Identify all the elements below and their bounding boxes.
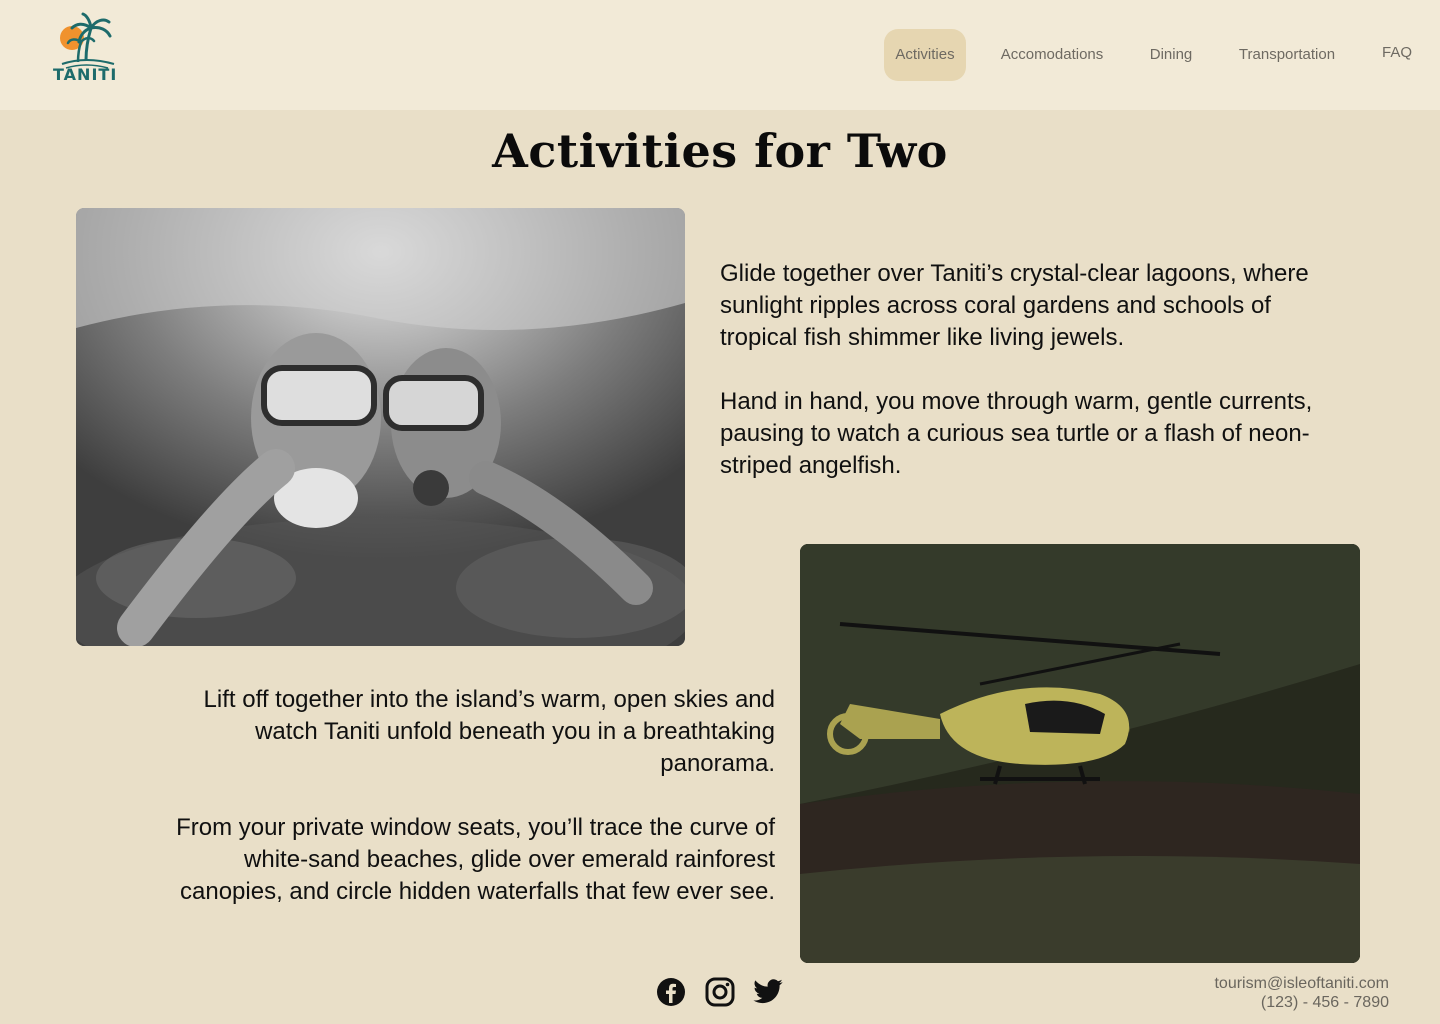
helicopter-paragraph-1: Lift off together into the island’s warm… [203, 686, 775, 777]
site-header: TANITI Activities Accomodations Dining T… [0, 0, 1440, 110]
snorkeling-couple-photo [76, 208, 685, 646]
snorkel-paragraph-1: Glide together over Taniti’s crystal-cle… [720, 260, 1309, 351]
nav-faq[interactable]: FAQ [1380, 27, 1414, 79]
contact-phone: (123) - 456 - 7890 [1260, 994, 1389, 1011]
palm-sun-icon [60, 12, 115, 69]
helicopter-photo [800, 544, 1360, 963]
page-title: Activities for Two [492, 124, 948, 178]
helicopter-paragraph-2: From your private window seats, you’ll t… [176, 814, 775, 905]
twitter-icon[interactable] [752, 976, 784, 1008]
contact-email[interactable]: tourism@isleoftaniti.com [1214, 975, 1389, 993]
nav-activities[interactable]: Activities [884, 29, 966, 81]
nav-transportation[interactable]: Transportation [1235, 29, 1339, 81]
nav-accomodations[interactable]: Accomodations [996, 29, 1108, 81]
nav-dining[interactable]: Dining [1148, 29, 1194, 81]
brand-name: TANITI [53, 65, 118, 84]
snorkel-paragraph-2: Hand in hand, you move through warm, gen… [720, 388, 1313, 479]
facebook-icon[interactable] [655, 976, 687, 1008]
instagram-icon[interactable] [704, 976, 736, 1008]
